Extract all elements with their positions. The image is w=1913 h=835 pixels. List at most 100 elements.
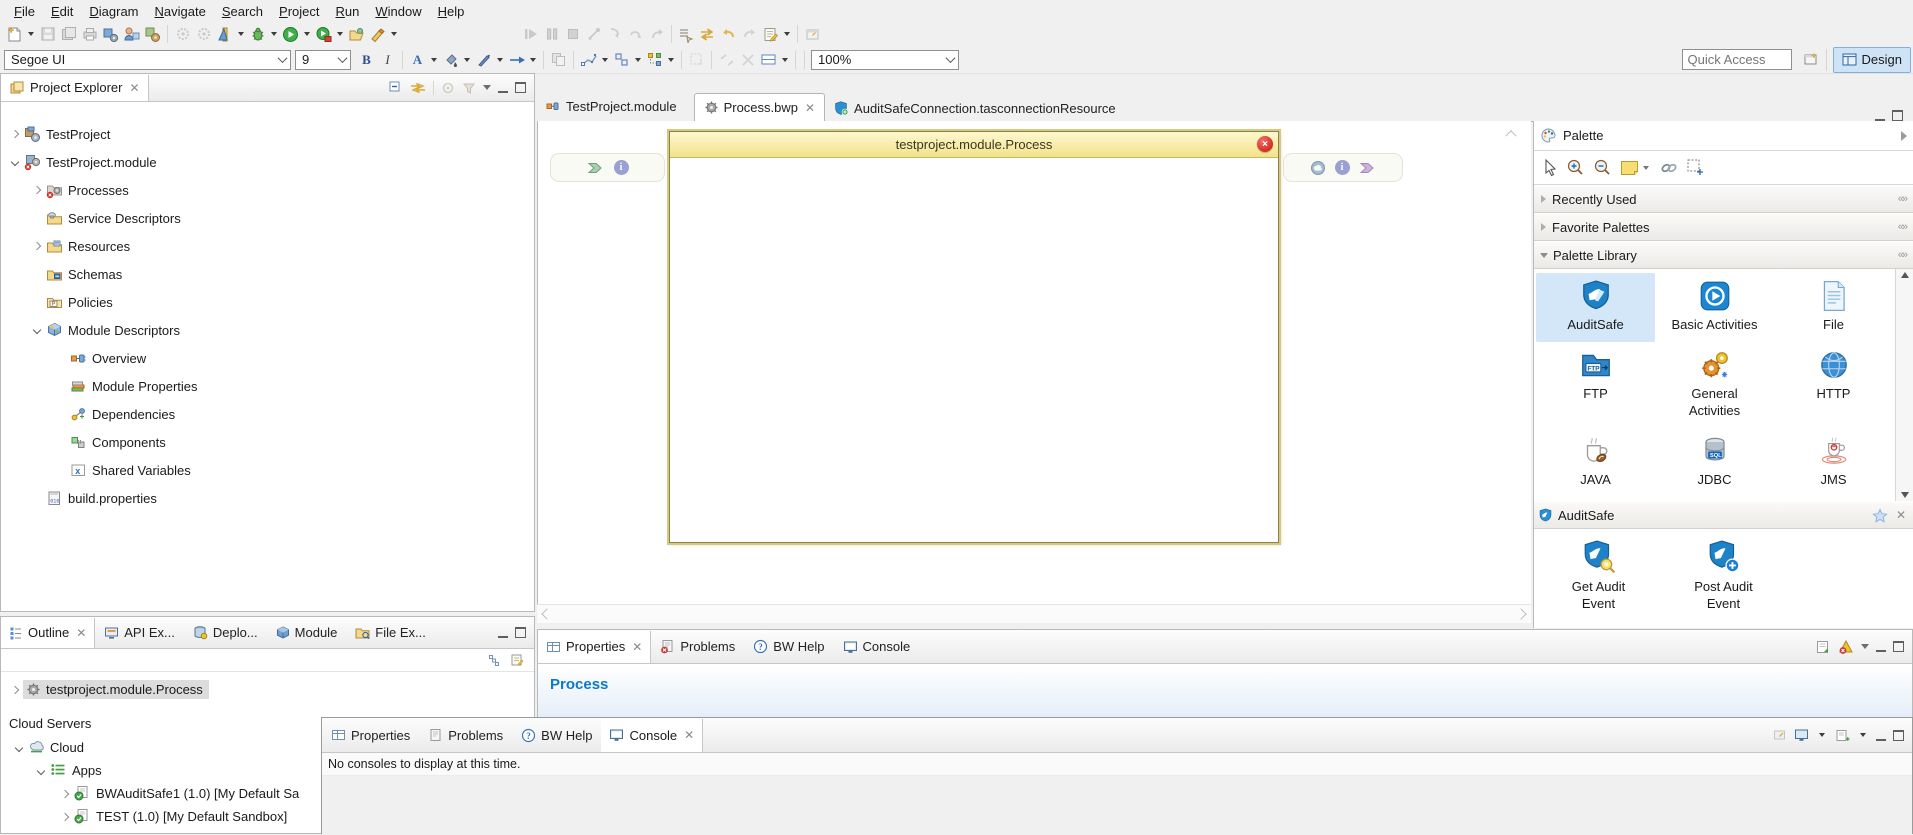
canvas-scroll-up-icon[interactable] — [1503, 125, 1519, 141]
tree-item-build-properties[interactable]: 010 build.properties — [1, 484, 534, 512]
new-bw-application-icon[interactable] — [101, 25, 120, 44]
open-console-dropdown[interactable] — [1860, 733, 1866, 737]
tab-bw-help[interactable]: ? BW Help — [744, 634, 833, 660]
show-grid-icon[interactable] — [717, 50, 736, 69]
menu-search[interactable]: Search — [214, 2, 271, 21]
font-color-dropdown[interactable] — [431, 58, 437, 62]
run-configurations-icon[interactable] — [314, 25, 333, 44]
menu-file[interactable]: File — [6, 2, 43, 21]
line-color-icon[interactable] — [474, 50, 493, 69]
pin-drawer-icon[interactable]: «» — [1898, 221, 1909, 233]
arrow-type-dropdown[interactable] — [530, 58, 536, 62]
outline-item-process[interactable]: testproject.module.Process — [1, 677, 534, 702]
debug-icon[interactable] — [248, 25, 267, 44]
process-box[interactable]: testproject.module.Process × — [669, 131, 1279, 543]
maximize-view-icon[interactable] — [1893, 730, 1904, 741]
fill-color-dropdown[interactable] — [464, 58, 470, 62]
tree-item-service-descriptors[interactable]: Service Descriptors — [1, 204, 534, 232]
line-color-dropdown[interactable] — [497, 58, 503, 62]
minimize-view-icon[interactable] — [1876, 730, 1886, 741]
close-view-icon[interactable]: ✕ — [76, 626, 86, 640]
palette-scrollbar[interactable] — [1895, 269, 1913, 501]
forward-icon[interactable] — [740, 25, 759, 44]
globe-cloud-icon[interactable] — [1310, 160, 1326, 176]
tree-item-testproject[interactable]: TestProject — [1, 120, 534, 148]
show-selected-element-icon[interactable] — [677, 25, 696, 44]
scroll-left-icon[interactable] — [541, 608, 552, 619]
select-tool-icon[interactable] — [1542, 159, 1558, 177]
tree-item-policies[interactable]: P Policies — [1, 288, 534, 316]
menu-edit[interactable]: Edit — [43, 2, 81, 21]
new-wizard-icon[interactable] — [5, 25, 24, 44]
tree-item-processes[interactable]: Processes — [1, 176, 534, 204]
editor-tab-auditsafeconnection[interactable]: AuditSafeConnection.tasconnectionResourc… — [825, 95, 1125, 121]
display-selected-console-icon[interactable] — [1794, 728, 1809, 742]
run-dropdown[interactable] — [304, 32, 310, 36]
pin-editor-icon[interactable] — [803, 25, 822, 44]
resume-icon[interactable] — [521, 25, 540, 44]
design-perspective-button[interactable]: Design — [1833, 47, 1911, 73]
close-drawer-icon[interactable]: ✕ — [1896, 508, 1906, 522]
brush-dropdown[interactable] — [391, 32, 397, 36]
zoom-in-icon[interactable] — [1566, 158, 1585, 177]
tab-console[interactable]: Console — [834, 634, 920, 660]
palette-item-post-audit-event[interactable]: Post Audit Event — [1661, 533, 1786, 616]
scroll-down-icon[interactable] — [1901, 492, 1909, 498]
drawer-palette-library[interactable]: Palette Library «» — [1534, 241, 1913, 269]
palette-item-ftp[interactable]: FTP FTP — [1536, 342, 1655, 428]
notes-icon[interactable] — [761, 25, 780, 44]
copy-appearance-icon[interactable] — [549, 50, 568, 69]
tab-bw-help[interactable]: ? BW Help — [512, 722, 601, 748]
menu-help[interactable]: Help — [430, 2, 473, 21]
arrange-shapes-icon[interactable] — [645, 50, 664, 69]
palette-item-basic-activities[interactable]: Basic Activities — [1655, 273, 1774, 342]
step-into-icon[interactable] — [605, 25, 624, 44]
marquee-zoom-icon[interactable] — [687, 50, 706, 69]
favorite-star-icon[interactable] — [1872, 508, 1888, 523]
palette-item-java[interactable]: JAVA — [1536, 428, 1655, 497]
italic-button[interactable]: I — [378, 50, 397, 69]
minimize-editor-icon[interactable] — [1875, 110, 1885, 121]
palette-item-jdbc[interactable]: SQL JDBC — [1655, 428, 1774, 497]
gear2-disabled-icon[interactable] — [194, 25, 213, 44]
print-icon[interactable] — [80, 25, 99, 44]
close-tab-icon[interactable]: ✕ — [805, 101, 815, 115]
canvas-hscrollbar[interactable] — [537, 604, 1531, 623]
fill-color-icon[interactable] — [441, 50, 460, 69]
tab-api-explorer[interactable]: API Ex... — [95, 620, 184, 646]
show-advanced-icon[interactable] — [1815, 639, 1831, 655]
menu-project[interactable]: Project — [271, 2, 327, 21]
zoom-level-select[interactable]: 100% — [811, 50, 959, 70]
notes-dropdown[interactable] — [784, 32, 790, 36]
display-console-dropdown[interactable] — [1819, 733, 1825, 737]
open-perspective-icon[interactable] — [1802, 50, 1821, 69]
collapse-all-icon[interactable] — [388, 80, 403, 95]
new-wizard-dropdown[interactable] — [28, 32, 34, 36]
menu-run[interactable]: Run — [328, 2, 368, 21]
zoom-out-icon[interactable] — [1593, 158, 1612, 177]
link-tool-icon[interactable] — [1660, 160, 1678, 176]
drawer-recently-used[interactable]: Recently Used «» — [1534, 185, 1913, 213]
pin-console-icon[interactable] — [1772, 728, 1787, 743]
minimize-view-icon[interactable] — [498, 82, 508, 93]
drawer-auditsafe[interactable]: AuditSafe ✕ — [1534, 501, 1913, 529]
minimize-view-icon[interactable] — [1876, 641, 1886, 652]
maximize-view-icon[interactable] — [515, 82, 526, 93]
save-icon[interactable] — [38, 25, 57, 44]
tab-properties[interactable]: Properties — [322, 722, 419, 748]
show-compartments-dropdown[interactable] — [782, 58, 788, 62]
snap-to-grid-icon[interactable] — [738, 50, 757, 69]
process-box-header[interactable]: testproject.module.Process × — [670, 132, 1278, 158]
align-shapes-dropdown[interactable] — [635, 58, 641, 62]
pin-drawer-icon[interactable]: «» — [1898, 193, 1909, 205]
focus-on-working-set-icon[interactable] — [441, 81, 455, 95]
palette-flyout-icon[interactable] — [1901, 131, 1907, 141]
close-tab-icon[interactable]: ✕ — [684, 728, 694, 742]
arrow-type-icon[interactable] — [507, 50, 526, 69]
arrange-shapes-dropdown[interactable] — [668, 58, 674, 62]
tree-item-components[interactable]: Components — [1, 428, 534, 456]
new-bw-module-icon[interactable] — [143, 25, 162, 44]
show-compartments-icon[interactable] — [759, 50, 778, 69]
project-explorer-tab[interactable]: Project Explorer ✕ — [1, 75, 149, 101]
palette-item-file[interactable]: File — [1774, 273, 1893, 342]
